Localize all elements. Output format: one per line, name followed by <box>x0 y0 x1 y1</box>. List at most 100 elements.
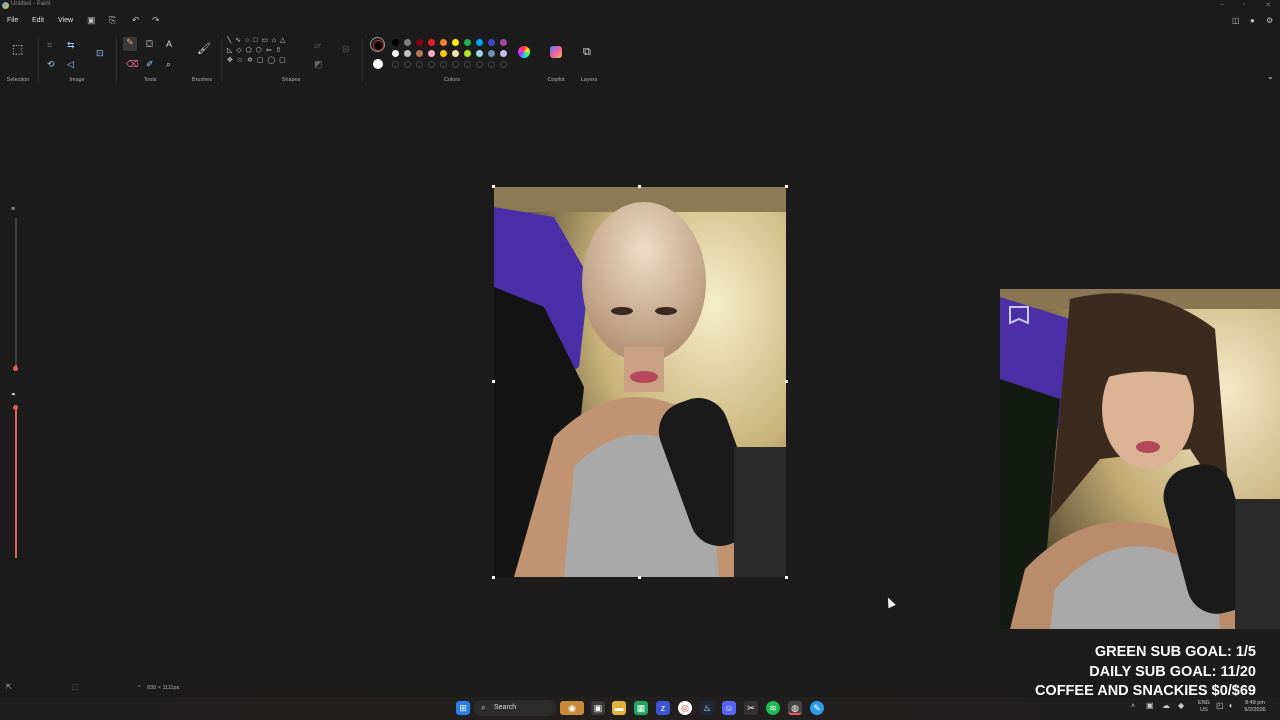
shapes-row[interactable]: ✥ ☆ ✡ ▢ ◯ ▢ <box>227 56 303 66</box>
palette-swatch[interactable] <box>464 39 471 46</box>
secondary-color-swatch[interactable] <box>373 59 383 69</box>
custom-color-slot[interactable] <box>404 61 411 68</box>
taskbar-search[interactable]: ⌕ Search <box>474 700 556 716</box>
image-select-icon[interactable]: ⊡ <box>96 48 104 58</box>
size-slider-knob[interactable] <box>13 366 18 371</box>
settings-icon[interactable]: ⚙ <box>1266 16 1273 25</box>
fill-icon[interactable]: ◩ <box>314 59 323 69</box>
palette-swatch[interactable] <box>404 50 411 57</box>
notifications-icon[interactable]: ◫ <box>1232 16 1240 25</box>
size-slider-track[interactable] <box>15 218 17 368</box>
palette-swatch[interactable] <box>440 39 447 46</box>
fill-bucket-icon[interactable]: ⛋ <box>146 39 153 49</box>
flip-icon[interactable]: ◁ <box>67 59 74 69</box>
primary-color-swatch[interactable] <box>370 37 385 52</box>
crop-icon[interactable]: ⌗ <box>47 40 52 50</box>
custom-color-slot[interactable] <box>440 61 447 68</box>
resize-handle[interactable] <box>492 380 495 383</box>
shapes-row[interactable]: ◺ ◇ ⬠ ⬡ ⇦ ⇧ <box>227 46 303 56</box>
custom-color-slot[interactable] <box>464 61 471 68</box>
discord-icon[interactable]: ☺ <box>722 701 736 715</box>
palette-swatch[interactable] <box>428 39 435 46</box>
snipping-tool-icon[interactable]: ✂ <box>744 701 758 715</box>
text-tool-icon[interactable]: A <box>166 39 172 49</box>
palette-swatch[interactable] <box>488 50 495 57</box>
custom-color-slot[interactable] <box>500 61 507 68</box>
palette-swatch[interactable] <box>452 50 459 57</box>
shapes-more-icon[interactable]: ⊟ <box>342 44 350 54</box>
palette-swatch[interactable] <box>440 50 447 57</box>
onedrive-icon[interactable]: ☁ <box>1162 702 1170 710</box>
resize-handle[interactable] <box>492 576 495 579</box>
palette-swatch[interactable] <box>392 50 399 57</box>
resize-handle[interactable] <box>785 185 788 188</box>
palette-swatch[interactable] <box>464 50 471 57</box>
account-icon[interactable]: ● <box>1250 16 1255 25</box>
widget-icon[interactable]: ◉ <box>560 701 584 715</box>
zoom-app-icon[interactable]: z <box>656 701 670 715</box>
palette-swatch[interactable] <box>500 39 507 46</box>
language-indicator[interactable]: ENG US <box>1195 700 1213 714</box>
paint-taskbar-icon[interactable]: ✎ <box>810 701 824 715</box>
palette-swatch[interactable] <box>452 39 459 46</box>
volume-icon[interactable]: ◖ <box>1228 702 1233 710</box>
opacity-slider-fill[interactable] <box>15 408 17 558</box>
tray-app-icon[interactable]: ◆ <box>1178 702 1184 710</box>
steam-icon[interactable]: ♨ <box>700 701 714 715</box>
layers-icon[interactable]: ⧉ <box>583 46 591 59</box>
palette-swatch[interactable] <box>488 39 495 46</box>
resize-handle[interactable] <box>638 185 641 188</box>
resize-icon[interactable]: ⇆ <box>67 40 75 50</box>
menu-file[interactable]: File <box>7 17 18 24</box>
magnifier-icon[interactable]: ⌕ <box>166 59 171 69</box>
resize-handle[interactable] <box>785 380 788 383</box>
resize-handle[interactable] <box>638 576 641 579</box>
spotify-icon[interactable]: ≋ <box>766 701 780 715</box>
collapse-ribbon-icon[interactable]: ⌄ <box>1267 72 1274 82</box>
resize-handle[interactable] <box>492 185 495 188</box>
opacity-slider-knob[interactable] <box>13 405 18 410</box>
resize-handle[interactable] <box>785 576 788 579</box>
pencil-icon[interactable]: ✎ <box>123 37 137 51</box>
save-icon[interactable]: ▣ <box>87 15 96 26</box>
edit-colors-icon[interactable] <box>518 46 530 58</box>
tray-app-icon[interactable]: ▣ <box>1146 702 1154 710</box>
canvas-image[interactable] <box>494 187 786 577</box>
show-hidden-icons[interactable]: ˄ <box>1131 703 1135 710</box>
chrome-icon[interactable]: ◎ <box>678 701 692 715</box>
menu-edit[interactable]: Edit <box>32 17 44 24</box>
undo-icon[interactable]: ↶ <box>132 15 140 26</box>
palette-swatch[interactable] <box>416 39 423 46</box>
maximize-icon[interactable]: ▫ <box>1234 1 1254 8</box>
minimize-icon[interactable]: – <box>1212 1 1232 8</box>
menu-view[interactable]: View <box>58 17 73 24</box>
custom-color-slot[interactable] <box>488 61 495 68</box>
custom-color-slot[interactable] <box>428 61 435 68</box>
start-icon[interactable]: ⊞ <box>456 701 470 715</box>
palette-swatch[interactable] <box>428 50 435 57</box>
task-view-icon[interactable]: ▣ <box>591 701 605 715</box>
custom-color-slot[interactable] <box>416 61 423 68</box>
file-explorer-icon[interactable]: ▬ <box>612 701 626 715</box>
clock[interactable]: 8:48 pm 9/2/2026 <box>1240 700 1270 714</box>
copilot-icon[interactable] <box>550 46 562 58</box>
palette-swatch[interactable] <box>404 39 411 46</box>
eraser-icon[interactable]: ⌫ <box>126 59 139 69</box>
palette-swatch[interactable] <box>476 50 483 57</box>
palette-swatch[interactable] <box>500 50 507 57</box>
rotate-icon[interactable]: ⟲ <box>47 59 55 69</box>
custom-color-slot[interactable] <box>392 61 399 68</box>
color-picker-icon[interactable]: ✐ <box>146 59 154 69</box>
spreadsheet-app-icon[interactable]: ▦ <box>634 701 648 715</box>
shapes-row[interactable]: ╲ ∿ ○ □ ▭ ⌂ △ <box>227 36 303 46</box>
palette-swatch[interactable] <box>416 50 423 57</box>
obs-icon[interactable]: ◍ <box>788 701 802 715</box>
brush-icon[interactable]: 🖌 <box>197 44 211 55</box>
palette-swatch[interactable] <box>476 39 483 46</box>
redo-icon[interactable]: ↷ <box>152 15 160 26</box>
custom-color-slot[interactable] <box>452 61 459 68</box>
palette-swatch[interactable] <box>392 39 399 46</box>
close-icon[interactable]: ✕ <box>1258 1 1278 9</box>
share-icon[interactable]: ⎘ <box>109 15 116 26</box>
network-icon[interactable]: ◰ <box>1216 702 1224 710</box>
